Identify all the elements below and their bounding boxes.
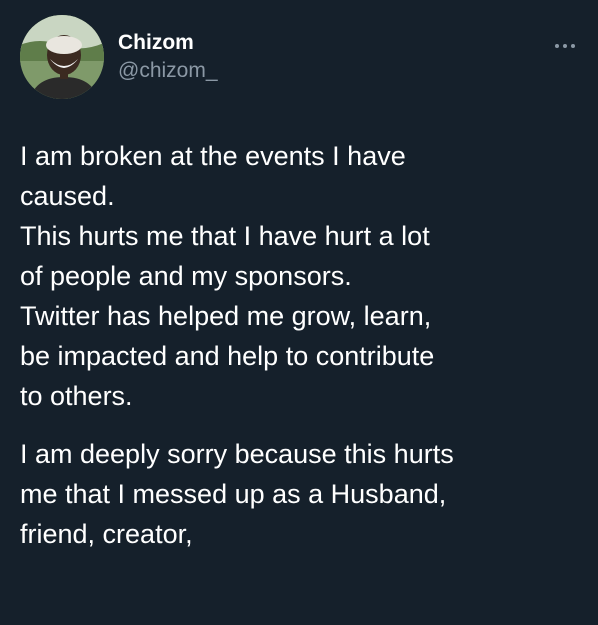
display-name[interactable]: Chizom [118,30,218,56]
avatar[interactable] [20,15,104,99]
tweet-paragraph: I am deeply sorry because this hurts me … [20,434,580,554]
text-line: of people and my sponsors. [20,261,352,291]
text-line: be impacted and help to contribute [20,341,435,371]
user-avatar-icon [20,15,104,99]
tweet-paragraph: I am broken at the events I have caused.… [20,136,580,416]
more-dots-icon [555,44,575,48]
author-info: Chizom @chizom_ [118,30,218,86]
text-line: caused. [20,181,115,211]
text-line: friend, creator, [20,519,193,549]
text-line: Twitter has helped me grow, learn, [20,301,432,331]
tweet-text: I am broken at the events I have caused.… [20,136,580,554]
more-options-button[interactable] [554,38,576,48]
tweet-card: Chizom @chizom_ I am broken at the event… [0,0,598,625]
text-line: to others. [20,381,133,411]
text-line: I am broken at the events I have [20,141,406,171]
text-line: me that I messed up as a Husband, [20,479,447,509]
text-line: I am deeply sorry because this hurts [20,439,454,469]
text-line: This hurts me that I have hurt a lot [20,221,430,251]
user-handle[interactable]: @chizom_ [118,56,218,86]
